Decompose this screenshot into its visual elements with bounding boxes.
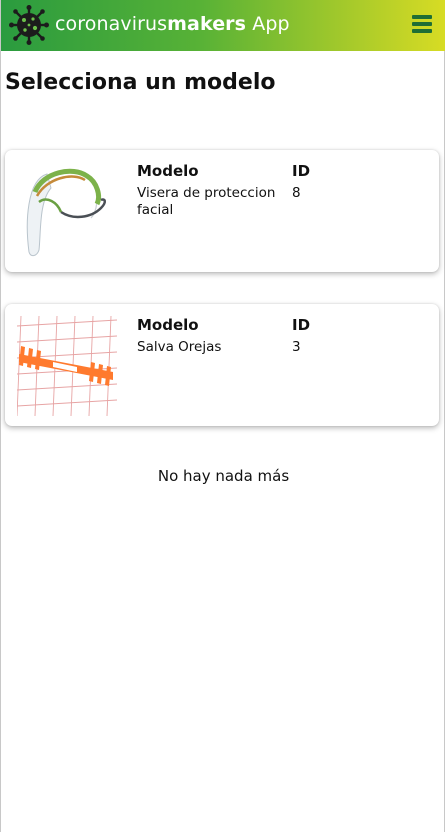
id-header: ID	[292, 316, 311, 334]
face-shield-image	[26, 168, 106, 257]
model-value: Visera de proteccion facial	[137, 185, 276, 218]
app-brand[interactable]: coronavirusmakers App	[55, 13, 290, 35]
hamburger-menu-icon[interactable]	[412, 15, 432, 35]
id-value: 8	[292, 185, 301, 201]
virus-logo-icon[interactable]	[9, 5, 49, 45]
app-bar: coronavirusmakers App	[1, 0, 445, 51]
brand-bold: makers	[167, 13, 247, 35]
model-header: Modelo	[137, 316, 199, 334]
brand-light: coronavirus	[55, 13, 168, 35]
page-title: Selecciona un modelo	[5, 70, 276, 95]
model-card[interactable]: Modelo Salva Orejas ID 3	[5, 304, 439, 426]
end-of-list-message: No hay nada más	[157, 467, 290, 485]
model-card[interactable]: Modelo Visera de proteccion facial ID 8	[5, 150, 439, 272]
model-header: Modelo	[137, 162, 199, 180]
ear-saver-image	[17, 316, 117, 416]
model-value: Salva Orejas	[137, 339, 222, 355]
brand-suffix: App	[246, 13, 290, 35]
id-value: 3	[292, 339, 301, 355]
id-header: ID	[292, 162, 311, 180]
